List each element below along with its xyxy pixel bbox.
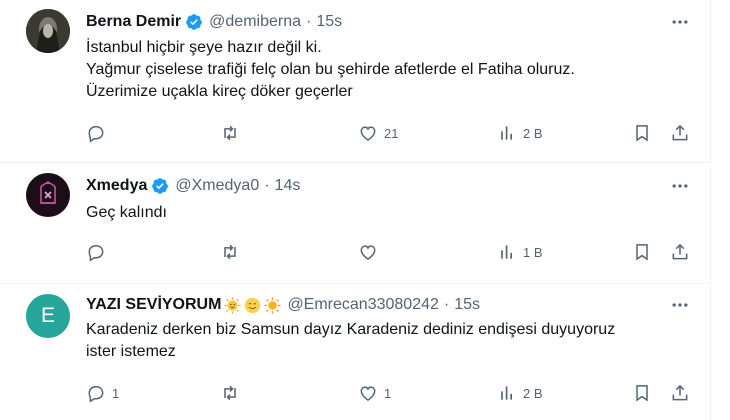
tweet[interactable]: Berna Demir @demiberna · 15s İstanbul hi…: [0, 0, 710, 163]
separator-dot: ·: [264, 177, 270, 194]
view-count: 2 B: [523, 125, 543, 141]
verified-badge-icon: [152, 178, 169, 194]
share-button[interactable]: [670, 383, 690, 403]
reply-button[interactable]: [86, 123, 112, 143]
display-name[interactable]: Berna Demir: [86, 13, 181, 31]
sun-emoji-icon: [264, 296, 282, 314]
more-options-icon[interactable]: [670, 295, 690, 315]
views-button[interactable]: 2 B: [497, 123, 543, 143]
tweet-text-line: Karadeniz derken biz Samsun dayız Karade…: [86, 321, 616, 338]
heart-icon: [360, 126, 376, 141]
dark-figure-avatar-icon: [26, 9, 70, 53]
retweet-button[interactable]: [220, 123, 246, 143]
share-icon: [672, 384, 688, 401]
sun-face-emoji-icon: [224, 296, 242, 314]
action-bar: 1 B: [86, 242, 696, 264]
like-count: 1: [384, 385, 392, 401]
bookmark-icon: [636, 125, 648, 142]
heart-icon: [360, 386, 376, 401]
reply-button[interactable]: [86, 242, 112, 262]
avatar-letter: E: [40, 304, 55, 327]
tweet-text: Geç kalındı: [86, 202, 167, 224]
reply-count: 1: [112, 385, 120, 401]
like-button[interactable]: 21: [358, 123, 398, 143]
retweet-button[interactable]: [220, 242, 246, 262]
views-chart-icon: [501, 126, 512, 140]
like-button[interactable]: [358, 242, 384, 262]
retweet-icon: [224, 244, 236, 260]
display-name[interactable]: YAZI SEVİYORUM: [86, 296, 221, 314]
tweet-text-line: Yağmur çiselese trafiği felç olan bu şeh…: [86, 61, 575, 78]
action-bar: 1 1 2 B: [86, 383, 696, 405]
bookmark-icon: [636, 244, 648, 261]
user-handle[interactable]: @Xmedya0: [175, 177, 259, 195]
timestamp[interactable]: 14s: [275, 177, 301, 195]
bookmark-icon: [636, 385, 648, 402]
view-count: 1 B: [523, 244, 543, 260]
more-options-icon[interactable]: [670, 176, 690, 196]
heart-icon: [360, 245, 376, 260]
user-handle[interactable]: @demiberna: [209, 13, 301, 31]
tweet-text: İstanbul hiçbir şeye hazır değil ki. Yağ…: [86, 37, 575, 103]
retweet-button[interactable]: [220, 383, 246, 403]
share-icon: [672, 124, 688, 141]
bookmark-button[interactable]: [632, 242, 652, 262]
smiling-face-emoji-icon: [245, 297, 261, 313]
views-button[interactable]: 2 B: [497, 383, 543, 403]
timestamp[interactable]: 15s: [316, 13, 342, 31]
tweet-text-line: Geç kalındı: [86, 204, 167, 221]
lantern-logo-avatar-icon: [26, 173, 70, 217]
like-button[interactable]: 1: [358, 383, 391, 403]
more-options-icon[interactable]: [670, 12, 690, 32]
separator-dot: ·: [306, 13, 312, 30]
tweet[interactable]: Xmedya @Xmedya0 · 14s Geç kalındı 1 B: [0, 163, 710, 284]
like-count: 21: [384, 125, 399, 141]
avatar[interactable]: E: [26, 294, 70, 338]
tweet-text: Karadeniz derken biz Samsun dayız Karade…: [86, 319, 615, 363]
tweet-text-line: Üzerimize uçakla kireç döker geçerler: [86, 83, 353, 100]
share-button[interactable]: [670, 123, 690, 143]
tweet-text-line: ister istemez: [86, 343, 176, 360]
bookmark-button[interactable]: [632, 123, 652, 143]
views-button[interactable]: 1 B: [497, 242, 543, 262]
tweet-header: YAZI SEVİYORUM @Emrecan33080242 · 15s: [86, 294, 480, 316]
views-chart-icon: [501, 245, 512, 259]
verified-badge-icon: [186, 14, 203, 30]
retweet-icon: [224, 385, 236, 401]
timeline-feed: Berna Demir @demiberna · 15s İstanbul hi…: [0, 0, 711, 420]
bookmark-button[interactable]: [632, 383, 652, 403]
action-bar: 21 2 B: [86, 123, 696, 145]
reply-icon: [88, 245, 104, 262]
display-name[interactable]: Xmedya: [86, 177, 147, 195]
share-button[interactable]: [670, 242, 690, 262]
share-icon: [672, 243, 688, 260]
user-handle[interactable]: @Emrecan33080242: [287, 296, 438, 314]
separator-dot: ·: [443, 296, 450, 313]
tweet-text-line: İstanbul hiçbir şeye hazır değil ki.: [86, 39, 322, 56]
avatar[interactable]: [26, 173, 70, 217]
tweet[interactable]: E YAZI SEVİYORUM @Emrecan33080242 · 15s …: [0, 284, 710, 420]
view-count: 2 B: [523, 385, 543, 401]
views-chart-icon: [501, 386, 512, 400]
tweet-header: Xmedya @Xmedya0 · 14s: [86, 175, 300, 197]
reply-button[interactable]: 1: [86, 383, 119, 403]
reply-icon: [88, 126, 104, 143]
timestamp[interactable]: 15s: [454, 296, 480, 314]
tweet-header: Berna Demir @demiberna · 15s: [86, 11, 342, 33]
reply-icon: [88, 386, 104, 403]
retweet-icon: [224, 125, 236, 141]
avatar[interactable]: [26, 9, 70, 53]
